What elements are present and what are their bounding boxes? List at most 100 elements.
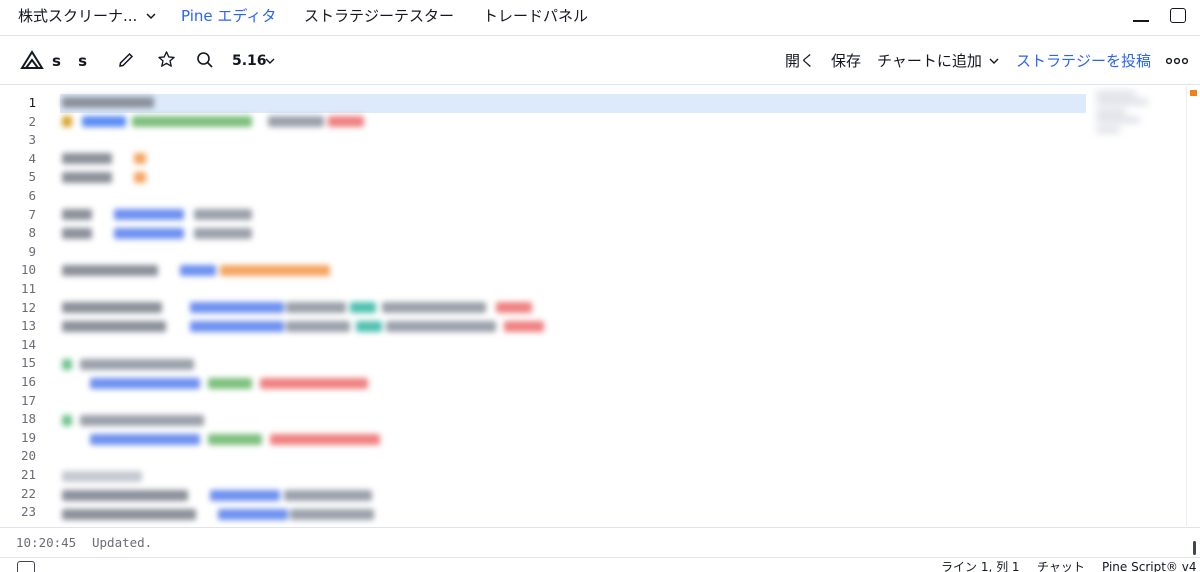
status-bar: ライン 1, 列 1 チャット Pine Script® v4 [0, 557, 1200, 572]
search-icon[interactable] [196, 51, 214, 69]
code-token [328, 116, 364, 127]
line-number: 10 [20, 262, 36, 278]
code-token [90, 378, 200, 389]
line-number: 7 [28, 206, 36, 222]
minimap-line [1096, 128, 1120, 132]
editor-toolbar: s s 5.16 開く 保存 チャートに追加 ストラテジーを投稿 [0, 37, 1200, 85]
line-number: 8 [28, 225, 36, 241]
code-token [62, 415, 72, 426]
minimap-line [1096, 100, 1148, 104]
publish-strategy-button[interactable]: ストラテジーを投稿 [1016, 37, 1151, 85]
tab-trading-panel[interactable]: トレードパネル [483, 0, 588, 36]
chevron-down-icon[interactable] [988, 55, 1000, 67]
vertical-scrollbar[interactable] [1186, 86, 1200, 526]
chat-button[interactable]: チャット [1037, 560, 1085, 572]
console-scroll-handle[interactable] [1193, 541, 1196, 555]
line-number: 1 [28, 95, 36, 110]
maximize-icon[interactable] [1170, 8, 1186, 23]
line-number: 14 [20, 336, 36, 352]
code-editor[interactable]: 1 2 3 4 5 6 7 8 9 10 11 12 13 14 15 16 17 18 19 20 21 22 23 [0, 86, 1200, 526]
cursor-position[interactable]: ライン 1, 列 1 [941, 560, 1020, 572]
line-number: 19 [20, 429, 36, 445]
add-to-chart-button[interactable]: チャートに追加 [877, 37, 982, 85]
line-number: 9 [28, 243, 36, 259]
open-button[interactable]: 開く [785, 37, 815, 85]
code-token [134, 153, 146, 164]
save-button[interactable]: 保存 [831, 37, 861, 85]
code-token [62, 509, 196, 520]
line-number: 13 [20, 318, 36, 334]
script-type-icon [20, 50, 44, 69]
line-number-gutter: 1 2 3 4 5 6 7 8 9 10 11 12 13 14 15 16 17 18 19 20 21 22 23 [0, 86, 48, 526]
tab-stock-screener[interactable]: 株式スクリーナ... [18, 0, 137, 36]
code-token [350, 302, 376, 313]
code-token [268, 116, 324, 127]
version-selector[interactable]: 5.16 [232, 37, 267, 85]
line-number: 18 [20, 411, 36, 427]
pencil-icon[interactable] [117, 51, 135, 69]
code-token [62, 321, 166, 332]
code-token [386, 321, 496, 332]
console-timestamp: 10:20:45 [16, 535, 77, 550]
chevron-down-icon[interactable] [144, 9, 158, 23]
code-token [286, 321, 350, 332]
code-token [210, 490, 280, 501]
code-token [62, 97, 154, 108]
code-token [286, 302, 346, 313]
more-options-icon[interactable] [1166, 57, 1188, 65]
code-token [62, 490, 188, 501]
star-icon[interactable] [157, 50, 176, 69]
code-token [190, 321, 284, 332]
minimap-line [1096, 110, 1126, 114]
code-token [220, 265, 330, 276]
code-token [62, 172, 112, 183]
code-token [194, 209, 252, 220]
line-number: 4 [28, 150, 36, 166]
tab-pine-editor[interactable]: Pine エディタ [181, 0, 276, 36]
code-token [504, 321, 544, 332]
line-number: 22 [20, 485, 36, 501]
tab-strategy-tester[interactable]: ストラテジーテスター [304, 0, 454, 36]
minimap-line [1096, 92, 1136, 96]
code-token [208, 434, 262, 445]
code-token [62, 359, 72, 370]
script-name[interactable]: s s [52, 37, 93, 85]
code-token [218, 509, 288, 520]
code-minimap[interactable] [1090, 86, 1160, 146]
code-token [62, 209, 92, 220]
code-token [270, 434, 380, 445]
code-token [90, 434, 200, 445]
minimize-icon[interactable] [1133, 20, 1149, 22]
code-token [382, 302, 486, 313]
terminal-icon[interactable] [17, 561, 35, 572]
line-number: 5 [28, 169, 36, 185]
chevron-down-icon[interactable] [264, 55, 276, 67]
code-token [284, 490, 372, 501]
line-number: 15 [20, 355, 36, 371]
line-number: 6 [28, 188, 36, 203]
code-token [290, 509, 374, 520]
line-number: 16 [20, 374, 36, 389]
code-token [496, 302, 532, 313]
blurred-code[interactable] [60, 86, 1080, 526]
code-token [80, 359, 194, 370]
code-token [82, 116, 126, 127]
language-version[interactable]: Pine Script® v4 [1102, 560, 1196, 572]
top-tab-bar: 株式スクリーナ... Pine エディタ ストラテジーテスター トレードパネル [0, 0, 1200, 36]
line-number: 20 [20, 448, 36, 464]
line-number: 12 [20, 299, 36, 315]
code-token [208, 378, 252, 389]
code-token [62, 153, 112, 164]
line-number: 23 [20, 504, 36, 520]
line-number: 2 [28, 113, 36, 129]
code-token [260, 378, 368, 389]
code-token [114, 228, 184, 239]
line-number: 21 [20, 467, 36, 482]
console-panel: 10:20:45 Updated. [0, 527, 1200, 557]
code-token [190, 302, 284, 313]
code-token [134, 172, 146, 183]
code-token [132, 116, 252, 127]
code-token [62, 265, 158, 276]
console-message: Updated. [92, 535, 153, 550]
line-number: 11 [20, 281, 36, 296]
